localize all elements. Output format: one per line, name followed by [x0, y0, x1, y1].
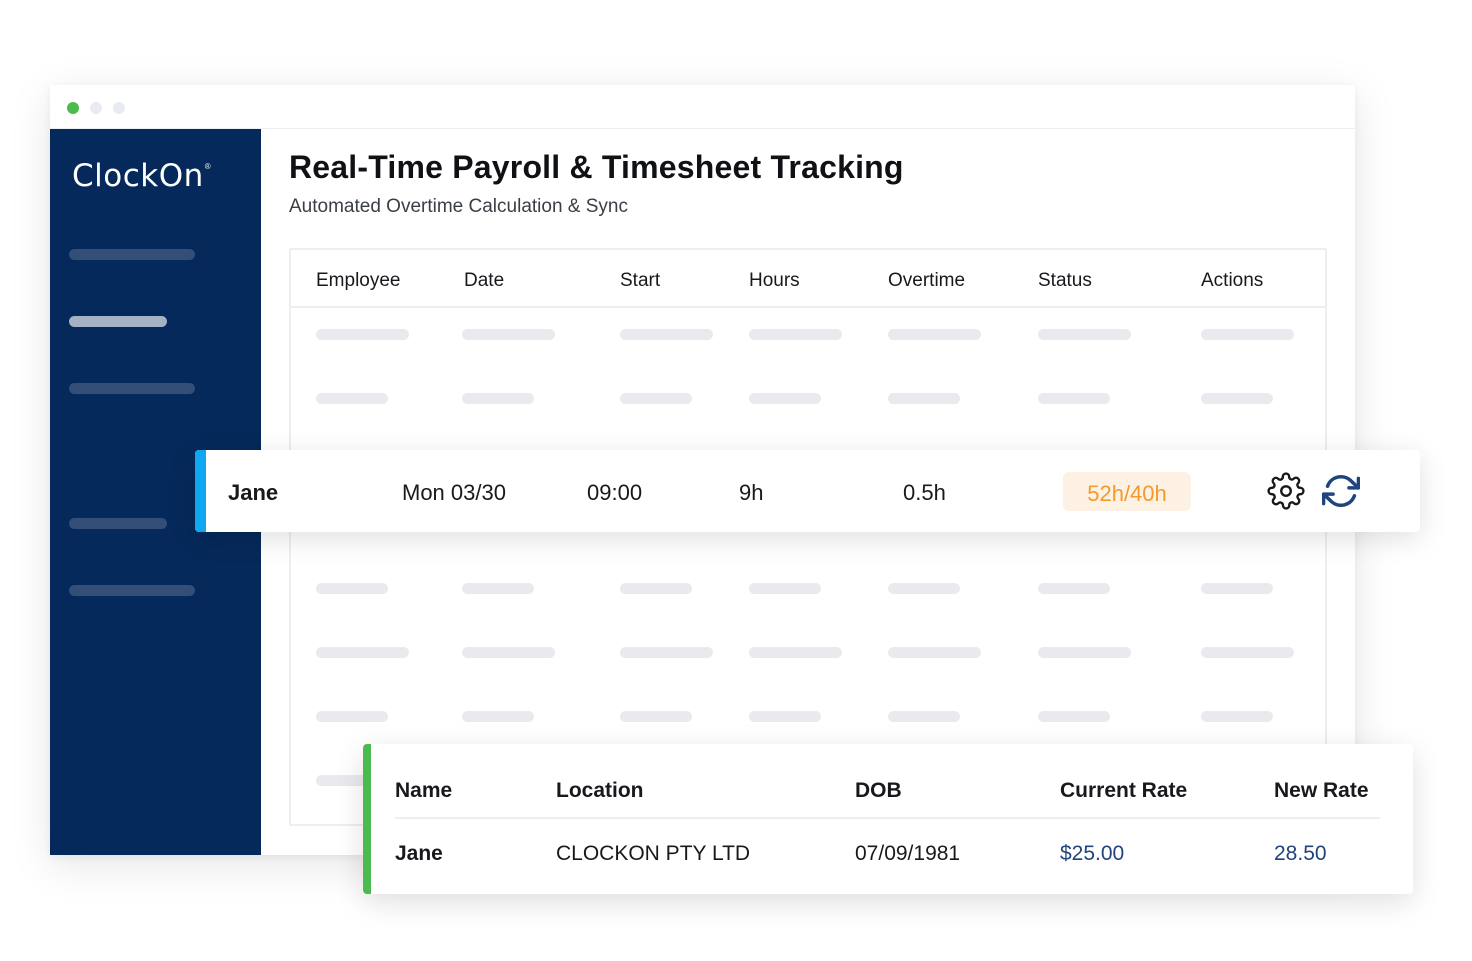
sidebar-item-4[interactable] [69, 518, 167, 529]
clockon-logo[interactable]: ClockOn ® [72, 158, 211, 194]
placeholder-cell [1201, 583, 1273, 594]
highlighted-timesheet-row[interactable]: Jane Mon 03/30 09:00 9h 0.5h 52h/40h [195, 450, 1420, 532]
placeholder-cell [620, 647, 713, 658]
employee-name: Jane [395, 842, 443, 865]
new-rate-value: 28.50 [1274, 842, 1327, 865]
current-rate-value: $25.00 [1060, 842, 1125, 865]
placeholder-cell [462, 393, 534, 404]
table-header: Employee Date Start Hours Overtime Statu… [291, 250, 1325, 308]
placeholder-cell [462, 647, 555, 658]
placeholder-cell [316, 329, 409, 340]
sidebar-item-2-active[interactable] [69, 316, 167, 327]
sidebar-item-1[interactable] [69, 249, 195, 260]
placeholder-cell [1038, 711, 1110, 722]
card-divider [395, 817, 1380, 819]
placeholder-cell [749, 711, 821, 722]
header-start[interactable]: Start [620, 270, 660, 292]
placeholder-cell [749, 393, 821, 404]
sidebar-item-5[interactable] [69, 585, 195, 596]
placeholder-cell [462, 583, 534, 594]
header-name: Name [395, 779, 453, 802]
placeholder-cell [1201, 711, 1273, 722]
card-accent-bar [363, 744, 371, 894]
header-overtime[interactable]: Overtime [888, 270, 965, 292]
header-dob: DOB [855, 779, 902, 802]
header-hours[interactable]: Hours [749, 270, 800, 292]
placeholder-cell [316, 711, 388, 722]
placeholder-cell [316, 393, 388, 404]
placeholder-cell [888, 329, 981, 340]
placeholder-cell [1201, 393, 1273, 404]
placeholder-cell [1038, 393, 1110, 404]
placeholder-cell [620, 393, 692, 404]
logo-text: ClockOn [72, 158, 204, 194]
placeholder-cell [888, 647, 981, 658]
header-status[interactable]: Status [1038, 270, 1092, 292]
sync-icon[interactable] [1321, 472, 1361, 510]
page-title: Real-Time Payroll & Timesheet Tracking [289, 149, 904, 185]
header-current-rate: Current Rate [1060, 779, 1188, 802]
placeholder-cell [462, 711, 534, 722]
placeholder-cell [462, 329, 555, 340]
placeholder-cell [316, 647, 409, 658]
header-actions: Actions [1201, 270, 1264, 291]
placeholder-cell [1038, 647, 1131, 658]
placeholder-cell [749, 583, 821, 594]
minimize-dot[interactable] [90, 102, 102, 114]
status-value: 52h/40h [1087, 481, 1167, 506]
status-badge: 52h/40h [1063, 472, 1191, 511]
placeholder-cell [316, 583, 388, 594]
page-subtitle: Automated Overtime Calculation & Sync [289, 196, 628, 217]
sidebar-item-3[interactable] [69, 383, 195, 394]
header-new-rate: New Rate [1274, 779, 1369, 802]
header-location: Location [556, 779, 644, 802]
maximize-dot[interactable] [113, 102, 125, 114]
timesheet-table: Employee Date Start Hours Overtime Statu… [289, 248, 1327, 826]
row-employee: Jane [228, 480, 279, 505]
header-employee[interactable]: Employee [316, 270, 401, 292]
employee-rate-card: Name Location DOB Current Rate New Rate … [363, 744, 1413, 894]
window-titlebar [50, 85, 1355, 129]
placeholder-cell [1038, 583, 1110, 594]
stage: ClockOn ® Real-Time Payroll & Timesheet … [0, 0, 1472, 961]
placeholder-cell [888, 393, 960, 404]
placeholder-cell [1038, 329, 1131, 340]
row-start: 09:00 [587, 480, 643, 505]
gear-icon[interactable] [1267, 472, 1305, 510]
placeholder-cell [888, 711, 960, 722]
placeholder-cell [620, 583, 692, 594]
header-date[interactable]: Date [464, 270, 504, 292]
placeholder-cell [749, 647, 842, 658]
employee-location: CLOCKON PTY LTD [556, 842, 751, 865]
placeholder-cell [620, 329, 713, 340]
placeholder-cell [888, 583, 960, 594]
row-hours: 9h [739, 480, 764, 505]
row-overtime: 0.5h [903, 480, 946, 505]
registered-mark: ® [204, 161, 211, 171]
placeholder-cell [620, 711, 692, 722]
placeholder-cell [1201, 647, 1294, 658]
row-accent-bar [195, 450, 206, 532]
row-date: Mon 03/30 [402, 480, 506, 505]
employee-dob: 07/09/1981 [855, 842, 961, 865]
placeholder-cell [1201, 329, 1294, 340]
placeholder-cell [749, 329, 842, 340]
close-dot[interactable] [67, 102, 79, 114]
